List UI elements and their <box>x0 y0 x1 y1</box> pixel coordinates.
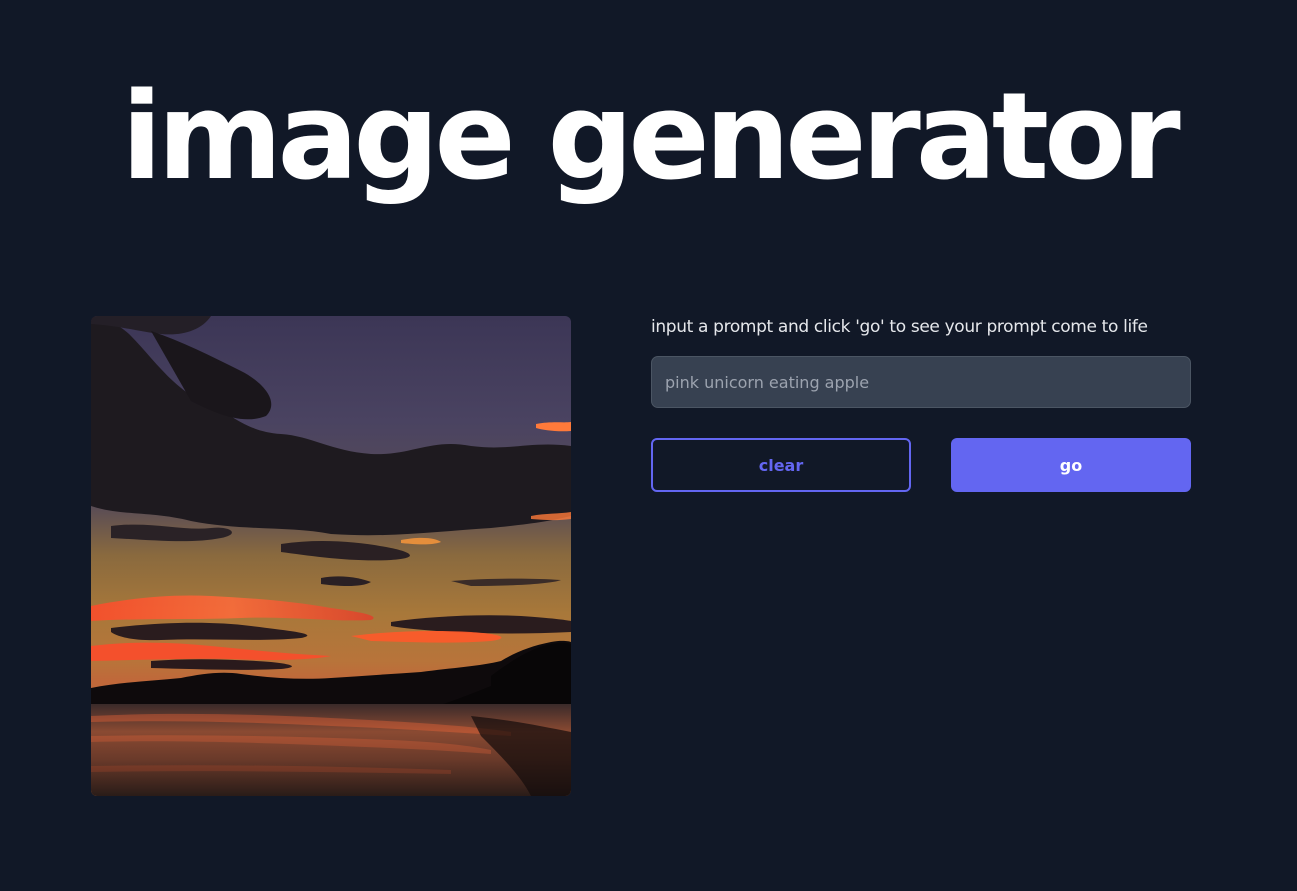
page-title: image generator <box>121 68 1180 207</box>
generated-image <box>91 316 571 796</box>
page: image generator input a prompt and click… <box>0 0 1297 891</box>
go-button[interactable]: go <box>951 438 1191 492</box>
clear-button[interactable]: clear <box>651 438 911 492</box>
prompt-panel: input a prompt and click 'go' to see you… <box>651 313 1191 492</box>
sunset-landscape-image <box>91 316 571 796</box>
prompt-input[interactable] <box>651 356 1191 408</box>
instructions-text: input a prompt and click 'go' to see you… <box>651 317 1148 337</box>
